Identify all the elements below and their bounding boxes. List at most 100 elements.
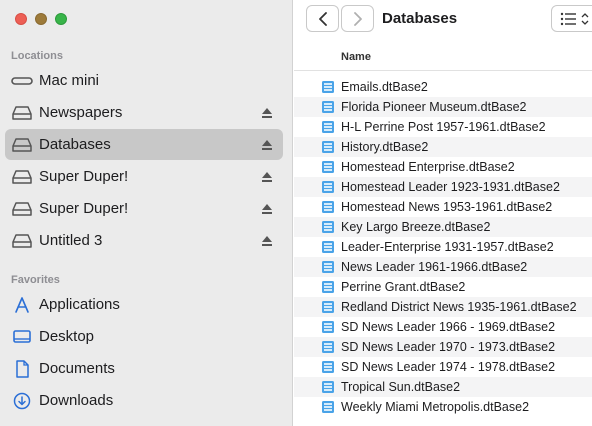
file-row[interactable]: H-L Perrine Post 1957-1961.dtBase2 [294, 117, 592, 137]
file-row[interactable]: SD News Leader 1970 - 1973.dtBase2 [294, 337, 592, 357]
sidebar-item-label: Downloads [39, 392, 114, 409]
computer-icon [10, 69, 34, 93]
database-file-icon [322, 81, 334, 93]
database-file-icon [322, 401, 334, 413]
file-row[interactable]: Leader-Enterprise 1931-1957.dtBase2 [294, 237, 592, 257]
file-row[interactable]: Homestead Leader 1923-1931.dtBase2 [294, 177, 592, 197]
zoom-window-button[interactable] [55, 13, 67, 25]
file-browser: Databases Name Emails.dtBase2 Florida Pio… [294, 0, 592, 426]
file-row[interactable]: Florida Pioneer Museum.dtBase2 [294, 97, 592, 117]
database-file-icon [322, 281, 334, 293]
sidebar-item-desktop[interactable]: Desktop [5, 321, 283, 352]
file-row[interactable]: SD News Leader 1974 - 1978.dtBase2 [294, 357, 592, 377]
column-header-name[interactable]: Name [294, 45, 592, 71]
database-file-icon [322, 261, 334, 273]
file-row[interactable]: History.dtBase2 [294, 137, 592, 157]
file-name: Homestead Enterprise.dtBase2 [341, 160, 515, 174]
file-name: SD News Leader 1974 - 1978.dtBase2 [341, 360, 556, 374]
file-row[interactable]: Tropical Sun.dtBase2 [294, 377, 592, 397]
database-file-icon [322, 321, 334, 333]
database-file-icon [322, 181, 334, 193]
file-row[interactable]: SD News Leader 1966 - 1969.dtBase2 [294, 317, 592, 337]
database-file-icon [322, 301, 334, 313]
file-name: Emails.dtBase2 [341, 80, 428, 94]
eject-icon[interactable] [261, 202, 273, 214]
database-file-icon [322, 121, 334, 133]
file-name: Key Largo Breeze.dtBase2 [341, 220, 491, 234]
chevron-left-icon [318, 11, 327, 26]
eject-icon[interactable] [261, 106, 273, 118]
window-controls [15, 13, 67, 25]
file-row[interactable]: Key Largo Breeze.dtBase2 [294, 217, 592, 237]
file-name: Tropical Sun.dtBase2 [341, 380, 461, 394]
database-file-icon [322, 201, 334, 213]
toolbar: Databases [294, 0, 592, 40]
drive-icon [10, 197, 34, 221]
sidebar-item-applications[interactable]: Applications [5, 289, 283, 320]
sidebar-item-label: Databases [39, 136, 111, 153]
file-name: Perrine Grant.dtBase2 [341, 280, 466, 294]
database-file-icon [322, 361, 334, 373]
minimize-window-button[interactable] [35, 13, 47, 25]
database-file-icon [322, 101, 334, 113]
file-list: Emails.dtBase2 Florida Pioneer Museum.dtB… [294, 77, 592, 417]
sidebar-item-label: Documents [39, 360, 115, 377]
file-row[interactable]: Homestead Enterprise.dtBase2 [294, 157, 592, 177]
sidebar-item-super-duper[interactable]: Super Duper! [5, 161, 283, 192]
eject-icon[interactable] [261, 234, 273, 246]
document-icon [10, 357, 34, 381]
drive-icon [10, 165, 34, 189]
back-button[interactable] [306, 5, 339, 32]
file-name: Weekly Miami Metropolis.dtBase2 [341, 400, 530, 414]
file-row[interactable]: News Leader 1961-1966.dtBase2 [294, 257, 592, 277]
chevron-right-icon [353, 11, 362, 26]
file-name: History.dtBase2 [341, 140, 429, 154]
file-name: News Leader 1961-1966.dtBase2 [341, 260, 528, 274]
sidebar: Locations Mac mini Newspapers Databases … [0, 0, 293, 426]
sidebar-item-label: Newspapers [39, 104, 123, 121]
view-options-button[interactable] [551, 5, 592, 32]
file-row[interactable]: Homestead News 1953-1961.dtBase2 [294, 197, 592, 217]
database-file-icon [322, 141, 334, 153]
downloads-icon [10, 389, 34, 413]
database-file-icon [322, 341, 334, 353]
eject-icon[interactable] [261, 138, 273, 150]
file-name: Florida Pioneer Museum.dtBase2 [341, 100, 527, 114]
sidebar-item-mac-mini[interactable]: Mac mini [5, 65, 283, 96]
sidebar-item-super-duper-2[interactable]: Super Duper! [5, 193, 283, 224]
sidebar-item-untitled-3[interactable]: Untitled 3 [5, 225, 283, 256]
file-row[interactable]: Perrine Grant.dtBase2 [294, 277, 592, 297]
close-window-button[interactable] [15, 13, 27, 25]
eject-icon[interactable] [261, 170, 273, 182]
file-name: SD News Leader 1970 - 1973.dtBase2 [341, 340, 556, 354]
locations-section-title: Locations [11, 50, 63, 62]
sidebar-item-label: Super Duper! [39, 200, 129, 217]
sidebar-item-label: Applications [39, 296, 120, 313]
file-row[interactable]: Weekly Miami Metropolis.dtBase2 [294, 397, 592, 417]
file-name: Leader-Enterprise 1931-1957.dtBase2 [341, 240, 554, 254]
file-row[interactable]: Emails.dtBase2 [294, 77, 592, 97]
sidebar-item-databases[interactable]: Databases [5, 129, 283, 160]
applications-icon [10, 293, 34, 317]
file-name: Redland District News 1935-1961.dtBase2 [341, 300, 577, 314]
database-file-icon [322, 221, 334, 233]
database-file-icon [322, 381, 334, 393]
file-name: Homestead Leader 1923-1931.dtBase2 [341, 180, 560, 194]
forward-button[interactable] [341, 5, 374, 32]
drive-icon [10, 229, 34, 253]
column-header-label: Name [341, 51, 371, 63]
file-name: H-L Perrine Post 1957-1961.dtBase2 [341, 120, 546, 134]
favorites-section-title: Favorites [11, 274, 60, 286]
database-file-icon [322, 161, 334, 173]
sidebar-item-newspapers[interactable]: Newspapers [5, 97, 283, 128]
sidebar-item-label: Desktop [39, 328, 95, 345]
sidebar-item-documents[interactable]: Documents [5, 353, 283, 384]
file-name: Homestead News 1953-1961.dtBase2 [341, 200, 553, 214]
desktop-icon [10, 325, 34, 349]
sidebar-item-label: Super Duper! [39, 168, 129, 185]
drive-icon [10, 101, 34, 125]
file-row[interactable]: Redland District News 1935-1961.dtBase2 [294, 297, 592, 317]
database-file-icon [322, 241, 334, 253]
sidebar-item-label: Mac mini [39, 72, 100, 89]
sidebar-item-downloads[interactable]: Downloads [5, 385, 283, 416]
